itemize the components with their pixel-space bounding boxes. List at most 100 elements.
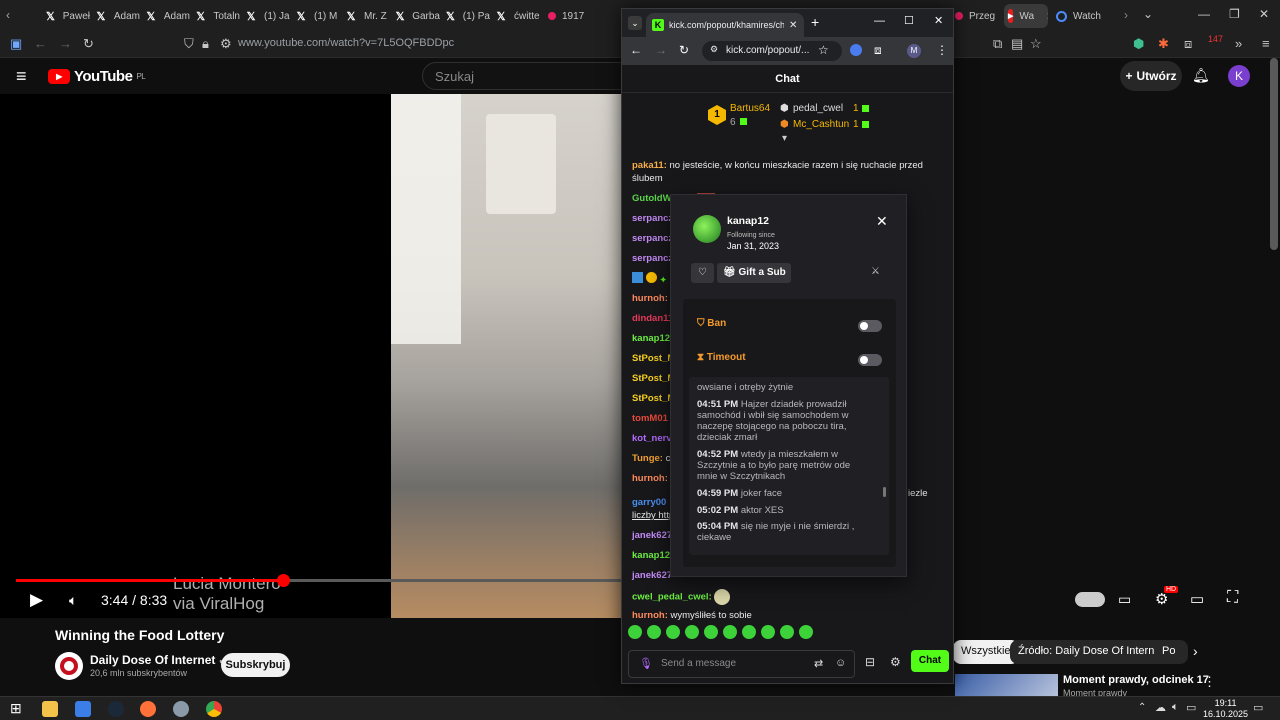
steam-icon[interactable]	[108, 701, 124, 717]
system-clock[interactable]: 19:11 16.10.2025	[1203, 698, 1248, 720]
chat-message[interactable]: kot_nerv	[632, 432, 672, 445]
account-avatar[interactable]: K	[1228, 65, 1250, 87]
browser-tab[interactable]: 𝕏 Mr. Z	[344, 4, 390, 28]
maximize-icon[interactable]: ☐	[904, 14, 914, 27]
forward-icon[interactable]: →	[59, 36, 72, 51]
user-avatar[interactable]	[693, 215, 721, 243]
chat-username[interactable]: StPost_M	[632, 353, 675, 364]
gift-shop-icon[interactable]: ⊟	[865, 655, 875, 669]
window-close-icon[interactable]: ✕	[934, 14, 943, 27]
chevron-right-icon[interactable]: ›	[1193, 643, 1198, 659]
browser-tab[interactable]: 𝕏 Paweł	[44, 4, 90, 28]
chip-more[interactable]: Po	[1154, 640, 1188, 664]
forward-icon[interactable]: →	[655, 43, 667, 57]
browser-tab[interactable]: 𝕏ćwitte	[494, 4, 540, 28]
chat-message[interactable]: janek627	[632, 529, 672, 542]
browser-tab[interactable]: 𝕏 Adam	[94, 4, 141, 28]
play-icon[interactable]: ▶	[30, 590, 43, 610]
minimize-icon[interactable]: —	[874, 15, 885, 27]
app-icon[interactable]	[75, 701, 91, 717]
network-icon[interactable]: ▭	[1186, 701, 1196, 714]
browser-tab[interactable]: 1917	[548, 4, 594, 28]
emote-icon[interactable]	[723, 625, 737, 639]
subtitles-icon[interactable]: ▭	[1118, 591, 1131, 608]
youtube-logo[interactable]: ▶ YouTube PL	[48, 68, 146, 85]
gift-sub-button[interactable]: 🎁︎ Gift a Sub	[717, 263, 791, 283]
translate-icon[interactable]: ⇄	[814, 657, 823, 670]
hamburger-menu-icon[interactable]: ≡	[16, 66, 27, 87]
emote-icon[interactable]	[799, 625, 813, 639]
bookmark-star-icon[interactable]: ☆	[818, 43, 829, 57]
search-input[interactable]: Szukaj	[422, 62, 622, 90]
chat-message[interactable]: janek627	[632, 569, 672, 582]
scrubber-handle[interactable]	[276, 574, 290, 587]
emote-icon[interactable]	[761, 625, 775, 639]
browser-tab[interactable]: 𝕏 Adam	[144, 4, 191, 28]
chat-username[interactable]: serpancz	[632, 233, 673, 244]
chat-username[interactable]: kanap12:	[632, 550, 673, 561]
autoplay-toggle[interactable]	[1075, 592, 1105, 607]
emote-picker-icon[interactable]: ☺	[835, 657, 846, 669]
file-explorer-icon[interactable]	[42, 701, 58, 717]
minimize-icon[interactable]: —	[1198, 7, 1210, 21]
fullscreen-icon[interactable]: ⛶	[1227, 589, 1238, 607]
chat-username[interactable]: janek627	[632, 570, 672, 581]
chat-username[interactable]: garry00	[632, 497, 666, 508]
chat-message[interactable]: kanap12:	[632, 332, 673, 345]
extensions-icon[interactable]: ⧈	[874, 43, 882, 58]
chat-username[interactable]: tomM01	[632, 413, 668, 424]
close-tab-icon[interactable]: ✕	[789, 20, 797, 31]
reload-icon[interactable]: ↻	[83, 36, 94, 52]
chat-message[interactable]: kanap12:	[632, 549, 673, 562]
browser-tab[interactable]: Przeg	[955, 4, 1001, 28]
chat-link[interactable]: liczby http	[632, 510, 674, 521]
browser-tab[interactable]: 𝕏 Totaln	[194, 4, 240, 28]
window-close-icon[interactable]: ✕	[1259, 7, 1269, 21]
tab-search-icon[interactable]: ⌄	[628, 16, 642, 30]
microphone-icon[interactable]: 🎙︎	[639, 657, 653, 670]
emote-icon[interactable]	[647, 625, 661, 639]
windows-start-icon[interactable]: ⊞	[10, 700, 22, 717]
send-chat-button[interactable]: Chat	[911, 650, 949, 672]
chip-source[interactable]: Źródło: Daily Dose Of Internet	[1010, 640, 1172, 664]
chat-message[interactable]: Tunge: c	[632, 452, 670, 465]
chat-message[interactable]: hurnoh: v	[632, 472, 675, 485]
emote-icon[interactable]	[742, 625, 756, 639]
user-card-username[interactable]: kanap12	[727, 215, 769, 227]
ban-toggle[interactable]	[858, 320, 882, 332]
emote-icon[interactable]	[628, 625, 642, 639]
chat-message[interactable]: serpancz	[632, 232, 673, 245]
firefox-icon[interactable]	[140, 701, 156, 717]
theater-mode-icon[interactable]: ▭	[1190, 590, 1204, 608]
reload-icon[interactable]: ↻	[679, 43, 689, 57]
chat-settings-gear-icon[interactable]: ⚙	[890, 655, 901, 669]
site-info-icon[interactable]: ⚙	[710, 44, 718, 55]
chip-all[interactable]: Wszystkie	[953, 640, 1019, 664]
create-button[interactable]: + Utwórz	[1120, 61, 1182, 91]
page-scrollbar[interactable]	[1270, 58, 1278, 250]
moderation-icon[interactable]: ⚔	[871, 266, 880, 277]
notifications-bell-icon[interactable]: 🔔︎	[1192, 67, 1210, 84]
bookmark-star-icon[interactable]: ☆	[1030, 36, 1042, 52]
app-icon[interactable]	[173, 701, 189, 717]
tab-search-icon[interactable]: ⌄	[1143, 7, 1153, 21]
close-icon[interactable]: ✕	[876, 213, 888, 230]
chat-username[interactable]: StPost_M	[632, 373, 675, 384]
chat-message[interactable]: StPost_M	[632, 392, 675, 405]
channel-name[interactable]: Daily Dose Of Internet ✔	[90, 653, 227, 667]
volume-icon[interactable]: 🔈︎	[69, 592, 77, 609]
chat-message[interactable]: dindan11	[632, 312, 673, 325]
new-tab-icon[interactable]: +	[811, 14, 819, 30]
tray-overflow-icon[interactable]: ⌃	[1138, 702, 1146, 713]
chrome-icon[interactable]	[206, 701, 222, 717]
browser-tab[interactable]: Watch	[1056, 4, 1114, 28]
chat-message[interactable]: cwel_pedal_cwel:	[632, 589, 731, 605]
chat-message[interactable]: tomM01	[632, 412, 668, 425]
tab-scroll-right-icon[interactable]: ›	[1124, 8, 1128, 22]
timeout-toggle[interactable]	[858, 354, 882, 366]
emote-icon[interactable]	[704, 625, 718, 639]
subscribe-button[interactable]: Subskrybuj	[221, 653, 290, 677]
chat-username[interactable]: serpancz	[632, 213, 673, 224]
more-options-icon[interactable]: ⋮	[1203, 674, 1216, 690]
chat-username[interactable]: hurnoh:	[632, 610, 668, 621]
